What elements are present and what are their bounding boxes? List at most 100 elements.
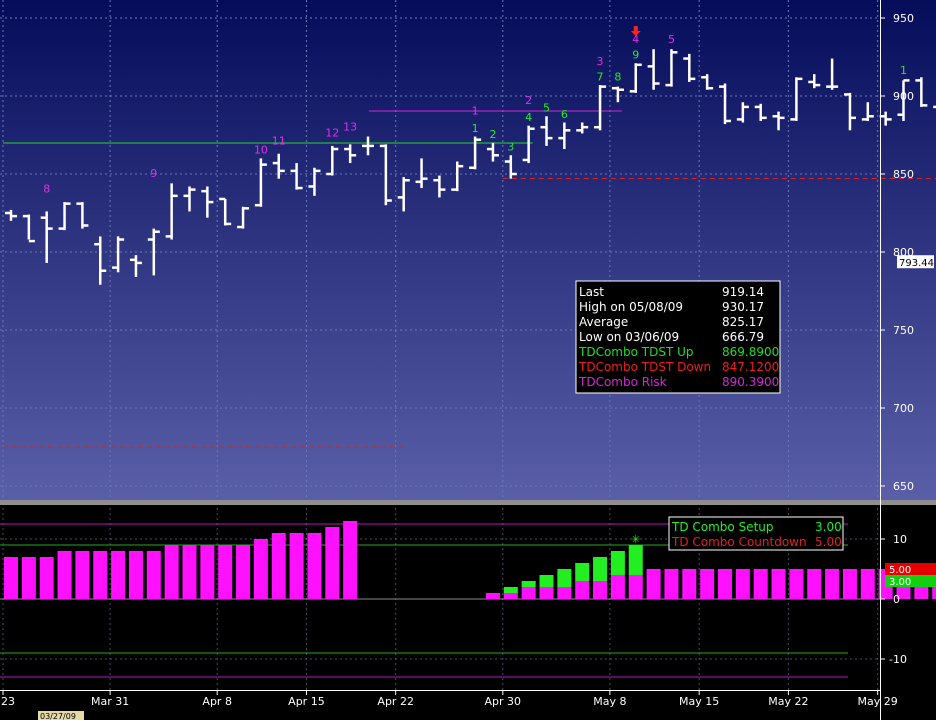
y-tick-label: 650	[893, 480, 914, 493]
y-tick-label: 10	[893, 533, 907, 546]
setup-bar	[521, 581, 536, 587]
x-tick-label: Mar 31	[91, 695, 129, 708]
y-tick-label: 900	[893, 90, 914, 103]
main-panel-bg	[0, 0, 936, 502]
countdown-bar	[218, 545, 233, 599]
td-count-label: 5	[668, 33, 675, 46]
countdown-bar	[718, 569, 732, 599]
td-count-label: 6	[561, 108, 568, 121]
countdown-bar	[146, 551, 161, 599]
td-count-label: 8	[614, 70, 621, 83]
info-value: 825.17	[722, 315, 764, 329]
info-box: Last 919.14 High on 05/08/09 930.17 Average 8…	[575, 280, 781, 394]
countdown-bar	[771, 569, 786, 599]
countdown-bar	[253, 539, 268, 599]
setup-bar	[557, 569, 572, 587]
price-tag: 793.44	[899, 258, 934, 269]
info-value: 666.79	[722, 330, 764, 344]
countdown-bar	[628, 575, 643, 599]
y-tick-label: 700	[893, 402, 914, 415]
legend-value: 5.00	[815, 535, 842, 549]
countdown-bar	[111, 551, 126, 599]
legend-label: TD Combo Countdown	[671, 535, 807, 549]
x-tick-label: Apr 15	[288, 695, 325, 708]
y-tick-label: 750	[893, 324, 914, 337]
info-label: TDCombo TDST Down	[578, 360, 711, 374]
countdown-bar	[503, 593, 518, 599]
x-tick-label: May 29	[858, 695, 898, 708]
td-count-label: 9	[632, 49, 639, 62]
td-count-label: 13	[343, 120, 357, 133]
countdown-bar	[753, 569, 768, 599]
td-count-label: 1	[472, 105, 479, 118]
countdown-bar	[182, 545, 197, 599]
td-count-label: 9	[150, 167, 157, 180]
date-badge: 03/27/09	[40, 712, 76, 720]
countdown-bar	[842, 569, 857, 599]
countdown-bar	[325, 527, 340, 599]
info-label: TDCombo TDST Up	[578, 345, 694, 359]
setup-bar	[539, 575, 554, 587]
td-count-label: 7	[597, 70, 604, 83]
panel-divider	[0, 500, 936, 505]
countdown-bar	[128, 551, 143, 599]
countdown-bar	[789, 569, 804, 599]
info-label: TDCombo Risk	[578, 375, 667, 389]
countdown-bar	[610, 575, 625, 599]
countdown-bar	[682, 569, 697, 599]
countdown-bar	[860, 569, 875, 599]
setup-bar	[628, 545, 643, 575]
setup-bar	[575, 563, 590, 581]
chart: 89101112131123425673894512 ✳ 65070075080…	[0, 0, 936, 720]
x-tick-label: May 8	[593, 695, 626, 708]
countdown-bar	[557, 587, 572, 599]
x-tick-label: May 22	[768, 695, 808, 708]
x-tick-label: Apr 30	[485, 695, 522, 708]
td-count-label: 3	[507, 141, 514, 154]
y-tick-label: 0	[893, 593, 900, 606]
info-label: Low on 03/06/09	[579, 330, 679, 344]
info-value: 919.14	[722, 285, 764, 299]
td-count-label: 4	[525, 111, 532, 124]
x-tick-label: 23	[1, 695, 15, 708]
x-tick-label: Apr 22	[377, 695, 414, 708]
info-value: 847.1200	[722, 360, 779, 374]
td-count-label: 8	[43, 183, 50, 196]
countdown-bar	[343, 521, 358, 599]
countdown-bar	[4, 557, 18, 599]
value-tag: 3.00	[889, 577, 911, 588]
setup-bar	[593, 557, 608, 581]
y-tick-label: 850	[893, 168, 914, 181]
info-label: Average	[579, 315, 628, 329]
countdown-bar	[807, 569, 822, 599]
value-tag: 5.00	[889, 565, 911, 576]
x-tick-label: May 15	[679, 695, 719, 708]
countdown-bar	[521, 587, 536, 599]
countdown-bar	[646, 569, 661, 599]
countdown-bar	[575, 581, 590, 599]
countdown-bar	[664, 569, 679, 599]
info-label: High on 05/08/09	[579, 300, 683, 314]
countdown-bar	[164, 545, 179, 599]
countdown-bar	[75, 551, 90, 599]
td-count-label: 10	[254, 144, 268, 157]
legend-value: 3.00	[815, 520, 842, 534]
countdown-bar	[200, 545, 215, 599]
y-tick-label: -10	[889, 653, 907, 666]
info-value: 890.3900	[722, 375, 779, 389]
countdown-bar	[700, 569, 715, 599]
countdown-bar	[39, 557, 54, 599]
td-count-label: 2	[525, 94, 532, 107]
countdown-bar	[485, 593, 500, 599]
countdown-bar	[825, 569, 840, 599]
countdown-bar	[735, 569, 750, 599]
td-count-label: 1	[900, 64, 907, 77]
legend-label: TD Combo Setup	[671, 520, 774, 534]
x-tick-label: Apr 8	[202, 695, 232, 708]
setup-bar	[503, 587, 518, 593]
countdown-bar	[57, 551, 72, 599]
setup-star-icon: ✳	[631, 533, 640, 546]
countdown-bar	[539, 587, 554, 599]
indicator-legend: TD Combo Setup 3.00 TD Combo Countdown 5.00	[668, 516, 844, 551]
countdown-bar	[289, 533, 304, 599]
